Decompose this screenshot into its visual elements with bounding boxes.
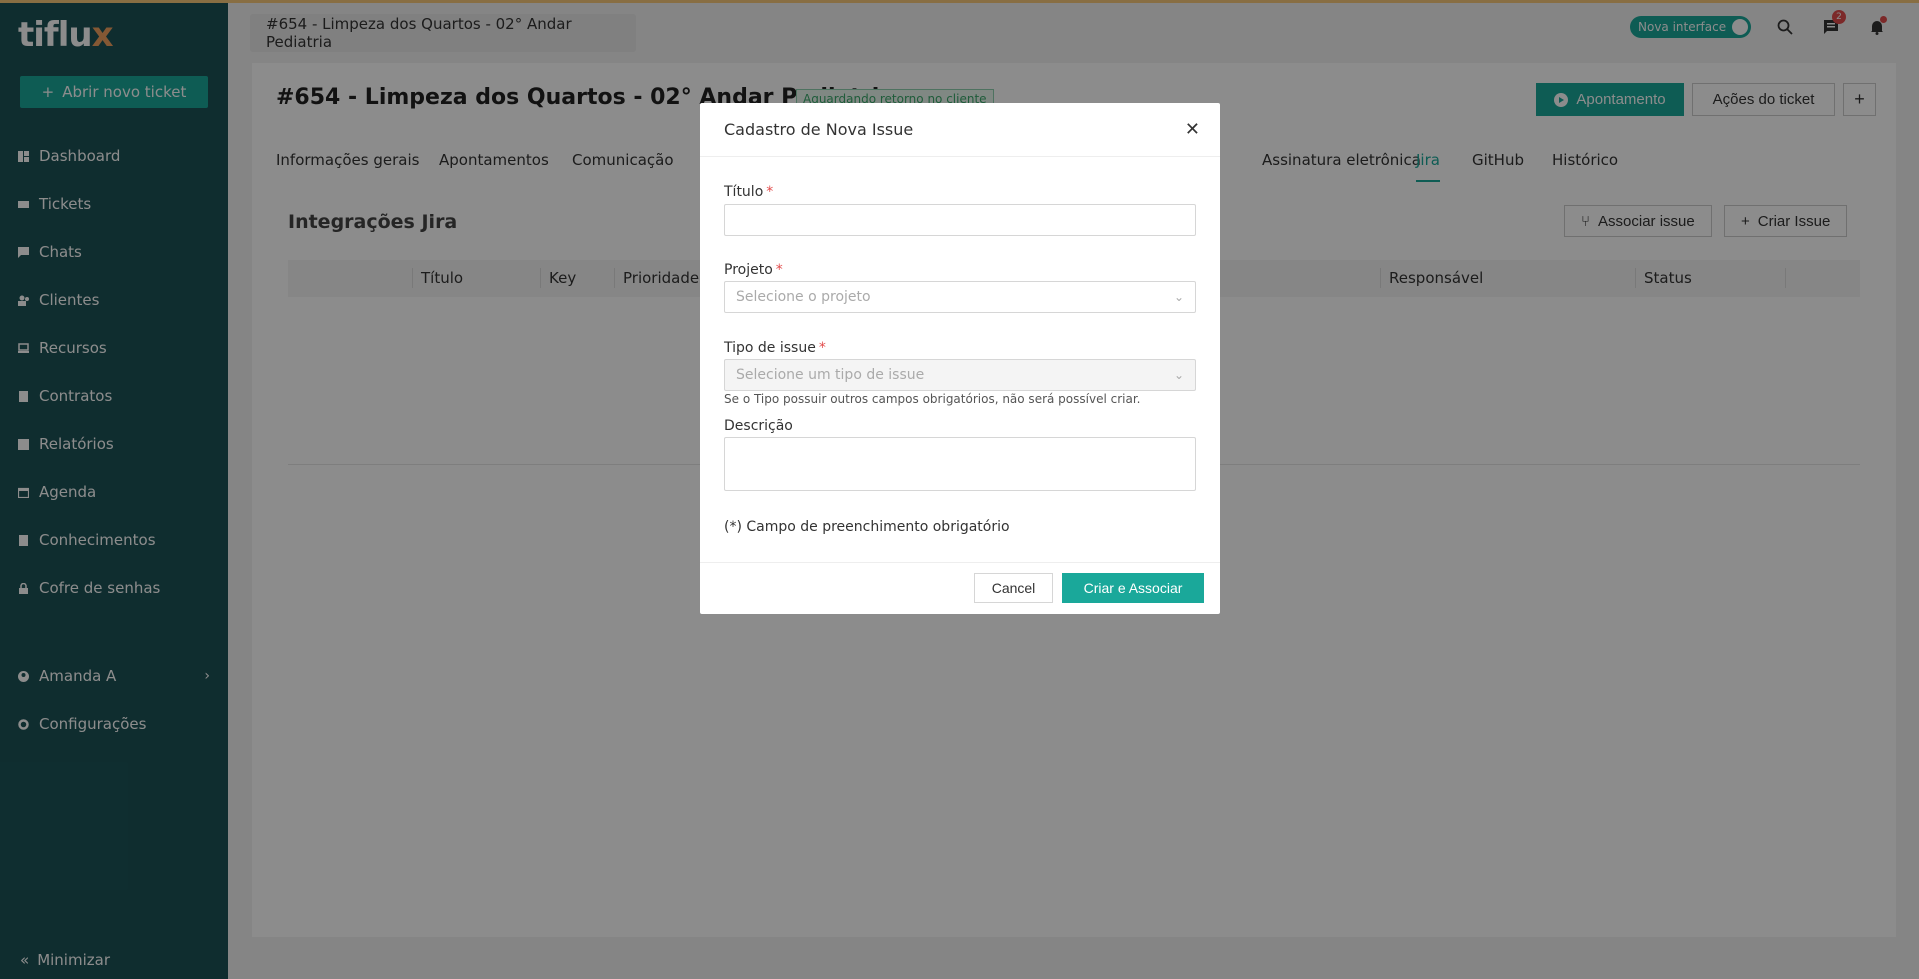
required-asterisk: *	[818, 340, 826, 356]
tipo-issue-label: Tipo de issue *	[724, 340, 826, 356]
titulo-label: Título *	[724, 184, 773, 200]
create-associate-button[interactable]: Criar e Associar	[1062, 573, 1204, 603]
tipo-issue-select[interactable]: Selecione um tipo de issue ⌄	[724, 359, 1196, 391]
modal-title: Cadastro de Nova Issue	[724, 120, 914, 139]
modal-header: Cadastro de Nova Issue ✕	[700, 103, 1220, 157]
titulo-input[interactable]	[724, 204, 1196, 236]
projeto-select[interactable]: Selecione o projeto ⌄	[724, 281, 1196, 313]
projeto-placeholder: Selecione o projeto	[736, 289, 871, 305]
tipo-issue-hint: Se o Tipo possuir outros campos obrigató…	[724, 392, 1141, 406]
required-asterisk: *	[775, 262, 783, 278]
new-issue-modal: Cadastro de Nova Issue ✕ Título * Projeto…	[700, 103, 1220, 614]
descricao-textarea[interactable]	[724, 437, 1196, 491]
cancel-button[interactable]: Cancel	[974, 573, 1053, 603]
required-note: (*) Campo de preenchimento obrigatório	[724, 519, 1010, 535]
close-icon[interactable]: ✕	[1185, 119, 1200, 140]
projeto-label: Projeto *	[724, 262, 783, 278]
tipo-issue-placeholder: Selecione um tipo de issue	[736, 367, 925, 383]
modal-footer: Cancel Criar e Associar	[700, 562, 1220, 614]
titulo-label-text: Título	[724, 184, 764, 200]
tipo-issue-label-text: Tipo de issue	[724, 340, 816, 356]
required-asterisk: *	[766, 184, 774, 200]
descricao-label-text: Descrição	[724, 418, 793, 434]
chevron-down-icon: ⌄	[1173, 290, 1184, 304]
chevron-down-icon: ⌄	[1173, 368, 1184, 382]
descricao-label: Descrição	[724, 418, 793, 434]
projeto-label-text: Projeto	[724, 262, 773, 278]
